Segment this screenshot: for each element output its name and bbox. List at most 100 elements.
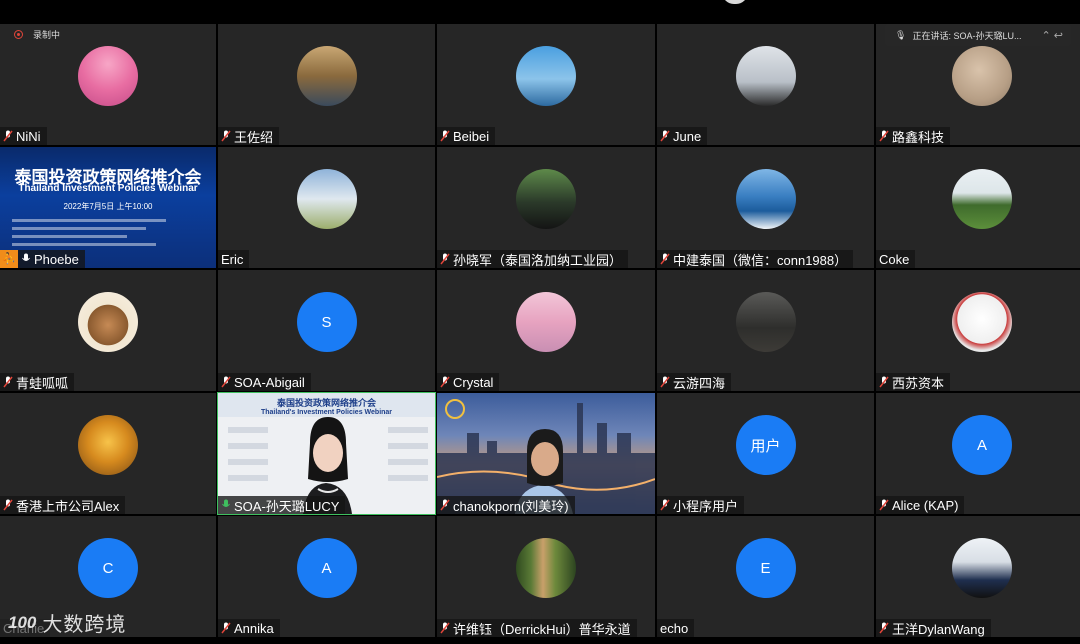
poster-organizer-lines: [12, 219, 204, 251]
avatar: [78, 46, 138, 106]
avatar: [516, 46, 576, 106]
participant-tile[interactable]: A Alice (KAP): [876, 393, 1080, 514]
participant-name: NiNi: [0, 127, 47, 145]
avatar-initial: A: [952, 415, 1012, 475]
participant-name: 青蛙呱呱: [0, 373, 75, 391]
avatar: [78, 292, 138, 352]
participant-tile[interactable]: S SOA-Abigail: [218, 270, 435, 391]
avatar: [516, 169, 576, 229]
active-speaker-label: 正在讲话: SOA-孙天璐LU...: [912, 30, 1022, 41]
participant-name: 香港上市公司Alex: [0, 496, 126, 514]
participant-name: June: [657, 127, 708, 145]
watermark: 100 大数跨境: [8, 608, 126, 637]
mic-muted-icon: [879, 622, 889, 634]
participant-tile[interactable]: 许维钰（DerrickHui）普华永道: [437, 516, 655, 637]
mic-muted-icon: [221, 376, 231, 388]
mic-muted-icon: [440, 253, 450, 265]
participant-tile[interactable]: Beibei: [437, 24, 655, 145]
participant-name: 王洋DylanWang: [876, 619, 991, 637]
avatar-initial: C: [78, 538, 138, 598]
mic-muted-icon: [440, 622, 450, 634]
participant-tile[interactable]: 青蛙呱呱: [0, 270, 216, 391]
mic-active-icon: [221, 499, 231, 511]
participant-tile-video[interactable]: chanokporn(刘美玲): [437, 393, 655, 514]
participant-name: SOA-Abigail: [218, 373, 311, 391]
avatar: [952, 169, 1012, 229]
participant-tile[interactable]: June: [657, 24, 874, 145]
participant-tile[interactable]: Crystal: [437, 270, 655, 391]
avatar: [516, 292, 576, 352]
participant-name: Eric: [218, 250, 250, 268]
mic-muted-icon: [3, 499, 13, 511]
participant-tile[interactable]: 中建泰国（微信：conn1988）: [657, 147, 874, 268]
avatar-initial: S: [296, 292, 357, 352]
watermark-logo: 100: [8, 612, 37, 632]
mic-muted-icon: [879, 376, 889, 388]
mic-muted-icon: [440, 499, 450, 511]
participant-tile[interactable]: 王洋DylanWang: [876, 516, 1080, 637]
mic-muted-icon: [440, 376, 450, 388]
mic-muted-icon: [660, 130, 670, 142]
participant-name: 王佐绍: [218, 127, 280, 145]
participant-tile[interactable]: 香港上市公司Alex: [0, 393, 216, 514]
mic-muted-icon: [879, 499, 889, 511]
mic-icon: [21, 253, 31, 265]
mic-muted-icon: [879, 130, 889, 142]
active-speaker-banner[interactable]: 🎙 正在讲话: SOA-孙天璐LU... ⌃ ↩: [885, 24, 1071, 46]
avatar-initial: 用户: [735, 415, 796, 475]
participant-tile[interactable]: Eric: [218, 147, 435, 268]
avatar: [516, 538, 576, 598]
participant-tile[interactable]: 云游四海: [657, 270, 874, 391]
participant-name: Crystal: [437, 373, 500, 391]
participant-name: 路鑫科技: [876, 127, 951, 145]
participant-name: echo: [657, 619, 695, 637]
mic-muted-icon: [221, 622, 231, 634]
avatar: [735, 169, 796, 229]
collapse-icon[interactable]: ⌃ ↩: [1042, 29, 1064, 42]
avatar: [78, 415, 138, 475]
participant-name: chanokporn(刘美玲): [437, 496, 575, 514]
avatar: [952, 46, 1012, 106]
participant-tile-screen-share[interactable]: 泰国投资政策网络推介会 Thailand Investment Policies…: [0, 147, 216, 268]
avatar-initial: E: [735, 538, 796, 598]
avatar: [952, 292, 1012, 352]
participant-name: Beibei: [437, 127, 496, 145]
avatar-initial: A: [296, 538, 357, 598]
mic-muted-icon: [660, 376, 670, 388]
mic-muted-icon: [660, 499, 670, 511]
camera-notch: [722, 0, 748, 4]
participant-tile[interactable]: E echo: [657, 516, 874, 637]
speaker-mic-icon: 🎙: [895, 29, 907, 40]
participant-tile[interactable]: Coke: [876, 147, 1080, 268]
participant-tile[interactable]: 西苏资本: [876, 270, 1080, 391]
participant-tile-video[interactable]: 泰国投资政策网络推介会 Thailand's Investment Policie…: [217, 392, 436, 515]
participant-name: Coke: [876, 250, 916, 268]
avatar: [296, 46, 357, 106]
mic-muted-icon: [3, 376, 13, 388]
poster-date: 2022年7月5日 上午10:00: [63, 202, 153, 211]
participant-tile[interactable]: A Annika: [218, 516, 435, 637]
participant-tile[interactable]: 用户 小程序用户: [657, 393, 874, 514]
record-icon: [14, 30, 23, 39]
participant-name: 中建泰国（微信：conn1988）: [657, 250, 854, 268]
top-bar: [0, 0, 1080, 24]
mic-muted-icon: [3, 130, 13, 142]
mic-muted-icon: [440, 130, 450, 142]
mic-muted-icon: [221, 130, 231, 142]
mic-muted-icon: [660, 253, 670, 265]
avatar: [735, 46, 796, 106]
participant-name: 云游四海: [657, 373, 732, 391]
participant-tile[interactable]: 孙晓军（泰国洛加纳工业园）: [437, 147, 655, 268]
participant-name: 小程序用户: [657, 496, 745, 514]
participant-name: Annika: [218, 619, 280, 637]
recording-label: 录制中: [33, 30, 61, 40]
participant-tile[interactable]: NiNi: [0, 24, 216, 145]
avatar: [952, 538, 1012, 598]
participant-name: ⛹ Phoebe: [0, 250, 85, 268]
recording-indicator[interactable]: 录制中: [14, 28, 60, 41]
host-icon: ⛹: [0, 250, 18, 268]
participant-name: 许维钰（DerrickHui）普华永道: [437, 619, 637, 637]
participant-grid: NiNi 王佐绍 Beibei June 路鑫科技 泰国投资政策网络推介会 Th…: [0, 24, 1080, 639]
participant-tile[interactable]: 王佐绍: [218, 24, 435, 145]
watermark-text: 大数跨境: [42, 614, 127, 636]
